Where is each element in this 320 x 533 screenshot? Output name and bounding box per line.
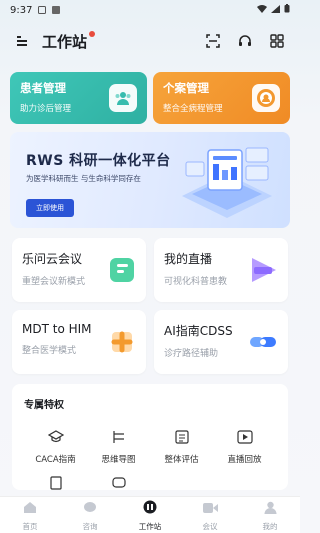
cloud-meeting-tile[interactable]: 乐问云会议 重塑会议新模式: [12, 238, 146, 302]
privilege-item-partial[interactable]: [24, 475, 87, 494]
tab-consult[interactable]: 咨询: [60, 497, 120, 533]
cdss-icon: [248, 328, 278, 360]
ai-cdss-tile[interactable]: AI指南CDSS 诊疗路径辅助: [154, 310, 288, 374]
privileges-section: 专属特权 CACA指南 思维导图 整体评估 直播回放: [12, 384, 288, 490]
privilege-label: 直播回放: [227, 455, 262, 465]
scan-icon[interactable]: [204, 32, 222, 50]
signal-icon: [271, 4, 280, 16]
notification-icon: [38, 6, 47, 14]
status-time: 9:37: [10, 4, 33, 16]
image-icon: [52, 6, 61, 14]
case-badge-icon: [252, 84, 280, 112]
tab-profile[interactable]: 我的: [240, 497, 300, 533]
headset-icon[interactable]: [236, 32, 254, 50]
tab-meeting[interactable]: 会议: [180, 497, 240, 533]
battery-icon: [284, 4, 290, 16]
chat-icon: [83, 499, 97, 518]
status-bar: 9:37: [0, 0, 300, 20]
unread-dot: [89, 31, 96, 37]
feature-grid: 乐问云会议 重塑会议新模式 我的直播 可视化科普患教 MDT to HIM 整合…: [0, 238, 300, 374]
assessment-icon: [174, 429, 189, 448]
wifi-icon: [257, 4, 267, 16]
profile-icon: [264, 499, 277, 518]
page-title: 工作站: [42, 32, 88, 51]
video-icon: [202, 499, 218, 518]
mdt-icon: [108, 328, 136, 360]
privilege-item-partial[interactable]: [87, 475, 150, 494]
platform-illustration-icon: [172, 138, 282, 228]
privilege-label: CACA指南: [35, 455, 76, 465]
case-management-card[interactable]: 个案管理 整合全病程管理: [153, 72, 290, 124]
tab-label: 首页: [22, 521, 38, 531]
home-icon: [23, 499, 37, 518]
privilege-label: 整体评估: [164, 455, 199, 465]
patients-icon: [109, 84, 137, 112]
assessment-item[interactable]: 整体评估: [150, 429, 213, 465]
privilege-label: 思维导图: [101, 455, 136, 465]
tab-label: 工作站: [138, 521, 162, 531]
header: 工作站: [0, 20, 300, 62]
privileges-heading: 专属特权: [24, 400, 64, 411]
live-icon: [248, 256, 278, 288]
rws-banner[interactable]: RWS 科研一体化平台 为医学科研而生 与生命科学同存在 立即使用: [10, 132, 290, 228]
tab-label: 会议: [202, 521, 218, 531]
my-live-tile[interactable]: 我的直播 可视化科普患教: [154, 238, 288, 302]
document-icon: [49, 475, 63, 494]
bottom-tabbar: 首页 咨询 工作站 会议 我的: [0, 496, 300, 533]
tab-home[interactable]: 首页: [0, 497, 60, 533]
patient-management-card[interactable]: 患者管理 助力诊后管理: [10, 72, 147, 124]
caca-guide-item[interactable]: CACA指南: [24, 429, 87, 465]
grid-icon[interactable]: [268, 32, 286, 50]
graduation-cap-icon: [47, 429, 64, 448]
workstation-icon: [143, 499, 157, 518]
mind-map-item[interactable]: 思维导图: [87, 429, 150, 465]
tab-label: 咨询: [82, 521, 98, 531]
banner-title: RWS 科研一体化平台: [26, 153, 171, 169]
chat-bubble-icon: [111, 475, 126, 494]
use-now-button[interactable]: 立即使用: [26, 199, 74, 217]
mind-map-icon: [111, 429, 127, 448]
tab-label: 我的: [262, 521, 278, 531]
playback-icon: [236, 429, 253, 448]
menu-icon[interactable]: [14, 32, 32, 50]
meeting-icon: [108, 256, 136, 288]
banner-subtitle: 为医学科研而生 与生命科学同存在: [26, 174, 141, 183]
tab-workstation[interactable]: 工作站: [120, 497, 180, 533]
playback-item[interactable]: 直播回放: [213, 429, 276, 465]
mdt-tile[interactable]: MDT to HIM 整合医学模式: [12, 310, 146, 374]
top-cards: 患者管理 助力诊后管理 个案管理 整合全病程管理: [0, 72, 300, 124]
